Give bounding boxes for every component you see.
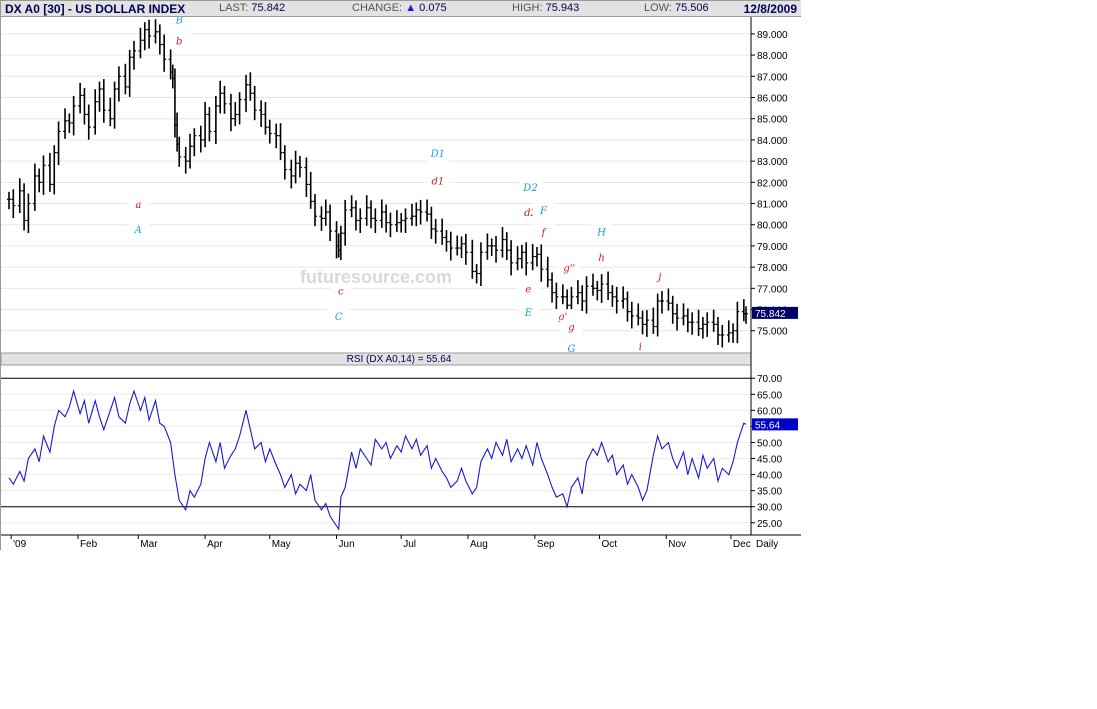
price-y-tick-label: 85.000 (757, 115, 788, 126)
price-y-tick-label: 79.000 (757, 242, 788, 253)
rsi-y-tick-label: 60.00 (757, 406, 782, 417)
x-tick-label: Oct (601, 539, 617, 550)
x-tick-label: May (272, 539, 291, 550)
rsi-y-tick-label: 65.00 (757, 390, 782, 401)
x-tick-label: Feb (80, 539, 98, 550)
high-field: HIGH: 75.943 (512, 2, 579, 14)
price-y-tick-label: 88.000 (757, 51, 788, 62)
wave-label: A (134, 225, 142, 236)
watermark: futuresource.com (300, 267, 452, 287)
wave-label: E (524, 308, 533, 319)
wave-label: b (176, 37, 182, 48)
x-tick-label: Aug (470, 539, 488, 550)
high-label: HIGH: (512, 2, 543, 14)
x-tick-label: Apr (207, 539, 223, 550)
x-tick-label: Dec (733, 539, 751, 550)
wave-label: H (596, 227, 606, 238)
wave-label: h (598, 253, 604, 264)
chart-svg: futuresource.com BbaAcCD1d1D2d2 Ff Hhg''eE… (1, 12, 801, 551)
wave-label: D1 (430, 149, 445, 160)
price-y-tick-label: 89.000 (757, 30, 788, 41)
wave-label: D2 (522, 183, 537, 194)
price-y-tick-label: 82.000 (757, 178, 788, 189)
price-y-tick-label: 78.000 (757, 263, 788, 274)
price-y-tick-label: 83.000 (757, 157, 788, 168)
rsi-y-tick-label: 30.00 (757, 503, 782, 514)
rsi-y-tick-label: 40.00 (757, 471, 782, 482)
x-tick-label: '09 (13, 539, 26, 550)
wave-label: e (525, 285, 531, 296)
last-value: 75.842 (251, 2, 286, 14)
last-field: LAST: 75.842 (219, 2, 285, 14)
chart-panel: futuresource.com Bb a Ac C D1 d1 D2 d2 Ff Hh g'' e E… (0, 0, 801, 551)
x-tick-label: Sep (537, 539, 555, 550)
high-value: 75.943 (545, 2, 580, 14)
wave-label: a (135, 200, 141, 211)
rsi-y-tick-label: 50.00 (757, 438, 782, 449)
price-y-tick-label: 80.000 (757, 221, 788, 232)
wave-label: c (338, 287, 344, 298)
period-label: Daily (756, 539, 778, 550)
price-y-tick-label: 77.000 (757, 284, 788, 295)
x-tick-label: Jul (403, 539, 416, 550)
rsi-y-tick-label: 70.00 (757, 374, 782, 385)
rsi-y-tick-label: 45.00 (757, 455, 782, 466)
change-field: CHANGE: ▲ 0.075 (352, 2, 447, 14)
price-y-tick-label: 75.000 (757, 327, 788, 338)
low-value: 75.506 (674, 2, 709, 14)
rsi-title: RSI (DX A0,14) = 55.64 (347, 354, 452, 365)
x-tick-label: Mar (140, 539, 158, 550)
wave-label: F (539, 206, 548, 217)
wave-label: C (335, 312, 343, 323)
last-price-label: 75.842 (755, 309, 786, 320)
change-label: CHANGE: (352, 2, 403, 14)
symbol-title: DX A0 [30] - US DOLLAR INDEX (5, 2, 186, 16)
wave-label: g'' (563, 263, 575, 274)
price-y-tick-label: 86.000 (757, 94, 788, 105)
chart-date: 12/8/2009 (743, 2, 797, 16)
x-tick-label: Jun (339, 539, 355, 550)
price-y-tick-label: 81.000 (757, 200, 788, 211)
last-label: LAST: (219, 2, 249, 14)
wave-label: d1 (431, 176, 444, 187)
price-y-tick-label: 87.000 (757, 72, 788, 83)
rsi-last-label: 55.64 (755, 420, 780, 431)
x-tick-label: Nov (668, 539, 686, 550)
low-field: LOW: 75.506 (644, 2, 709, 14)
wave-label: g (568, 323, 574, 334)
rsi-y-tick-label: 25.00 (757, 519, 782, 530)
change-value: 0.075 (419, 2, 447, 14)
change-arrow-icon: ▲ (405, 2, 417, 14)
chart-header: DX A0 [30] - US DOLLAR INDEX LAST: 75.84… (1, 1, 801, 17)
wave-label: i (639, 342, 642, 353)
rsi-y-tick-label: 35.00 (757, 487, 782, 498)
price-y-tick-label: 84.000 (757, 136, 788, 147)
low-label: LOW: (644, 2, 672, 14)
